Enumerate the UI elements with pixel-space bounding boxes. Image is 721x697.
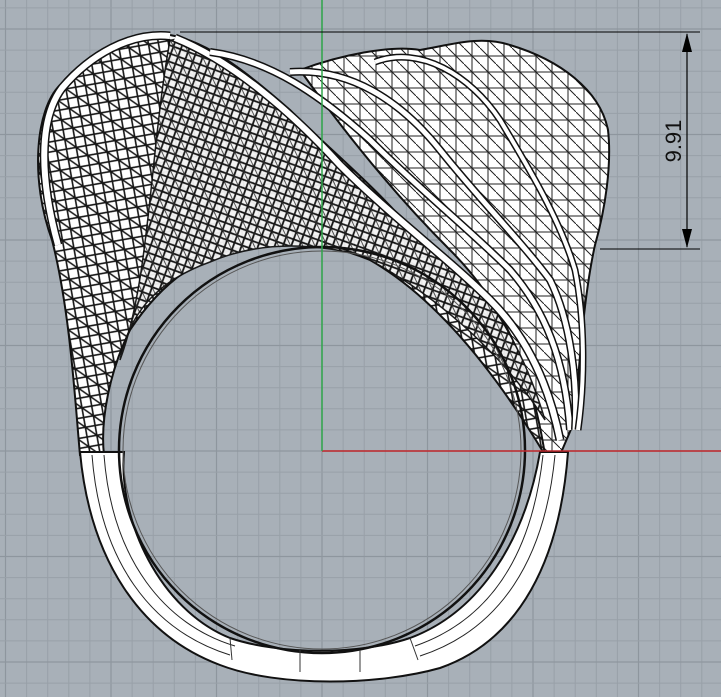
ring-model[interactable] <box>37 31 611 683</box>
front-viewport[interactable]: 9.91 <box>0 0 721 697</box>
dimension-arrow-bottom-icon <box>682 229 692 248</box>
dimension-value[interactable]: 9.91 <box>661 117 687 165</box>
dimension-arrow-top-icon <box>682 33 692 52</box>
viewport-canvas[interactable] <box>0 0 721 697</box>
